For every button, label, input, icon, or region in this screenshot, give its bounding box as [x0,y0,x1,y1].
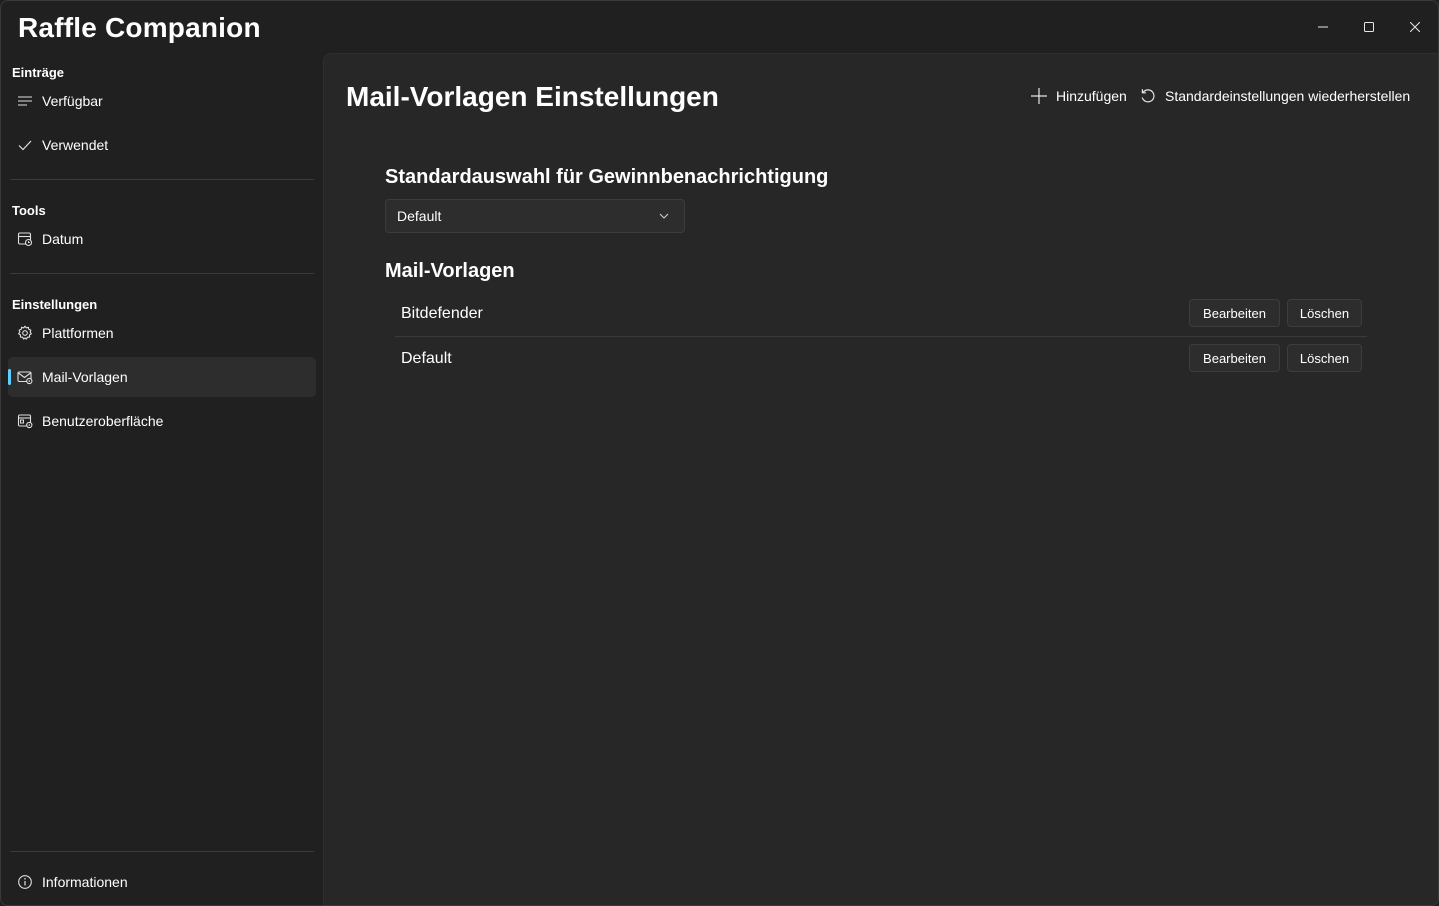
group-header-eintraege: Einträge [12,65,65,80]
list-icon [17,93,33,109]
maximize-icon [1364,22,1374,32]
nav-footer-divider [10,851,314,852]
check-icon [17,137,33,153]
nav-item-datum[interactable]: Datum [8,219,316,259]
nav-item-informationen[interactable]: Informationen [8,862,316,902]
edit-button[interactable]: Bearbeiten [1189,344,1280,372]
nav-item-label: Plattformen [42,325,114,341]
app-window: Raffle Companion Einträge Verfügbar Verw… [0,0,1439,906]
nav-item-label: Verwendet [42,137,109,153]
nav-item-verwendet[interactable]: Verwendet [8,125,316,165]
plus-icon [1030,87,1048,105]
nav-item-mail-vorlagen[interactable]: Mail-Vorlagen [8,357,316,397]
minimize-icon [1318,26,1328,28]
nav-item-label: Benutzeroberfläche [42,413,164,429]
add-button-label: Hinzufügen [1056,88,1127,104]
nav-item-verfuegbar[interactable]: Verfügbar [8,81,316,121]
mail-settings-icon [17,369,33,385]
list-item: Bitdefender Bearbeiten Löschen [395,292,1367,336]
selection-indicator [8,369,11,385]
add-button[interactable]: Hinzufügen [1030,84,1127,108]
nav-item-label: Mail-Vorlagen [42,369,128,385]
delete-button[interactable]: Löschen [1287,299,1362,327]
navigation-pane: Einträge Verfügbar Verwendet Tools Datum… [1,53,323,905]
combobox-value: Default [397,208,442,224]
nav-divider [10,273,314,274]
nav-item-plattformen[interactable]: Plattformen [8,313,316,353]
minimize-button[interactable] [1300,1,1346,53]
close-button[interactable] [1392,1,1438,53]
maximize-button[interactable] [1346,1,1392,53]
nav-item-label: Informationen [42,874,128,890]
list-item: Default Bearbeiten Löschen [395,337,1367,381]
nav-item-benutzeroberflaeche[interactable]: Benutzeroberfläche [8,401,316,441]
info-icon [17,874,33,890]
template-name: Bitdefender [401,305,483,322]
delete-button[interactable]: Löschen [1287,344,1362,372]
app-title: Raffle Companion [18,12,261,43]
default-template-combobox[interactable]: Default [385,199,685,233]
template-name: Default [401,350,452,367]
nav-item-label: Verfügbar [42,93,103,109]
calendar-icon [17,231,33,247]
group-header-tools: Tools [12,203,46,218]
edit-button[interactable]: Bearbeiten [1189,299,1280,327]
caption-buttons [1300,1,1438,53]
mail-templates-title: Mail-Vorlagen [385,260,515,282]
group-header-einstellungen: Einstellungen [12,297,98,312]
nav-item-label: Datum [42,231,84,247]
default-selection-title: Standardauswahl für Gewinnbenachrichtigu… [385,166,829,188]
reset-defaults-button[interactable]: Standardeinstellungen wiederherstellen [1139,84,1410,108]
chevron-down-icon [658,209,670,227]
close-icon [1410,22,1420,32]
reset-defaults-label: Standardeinstellungen wiederherstellen [1165,88,1411,104]
window-settings-icon [17,413,33,429]
content-area: Mail-Vorlagen Einstellungen Hinzufügen S… [323,53,1438,905]
page-title: Mail-Vorlagen Einstellungen [346,81,719,112]
gear-icon [17,325,33,341]
nav-divider [10,179,314,180]
reset-icon [1139,87,1157,105]
